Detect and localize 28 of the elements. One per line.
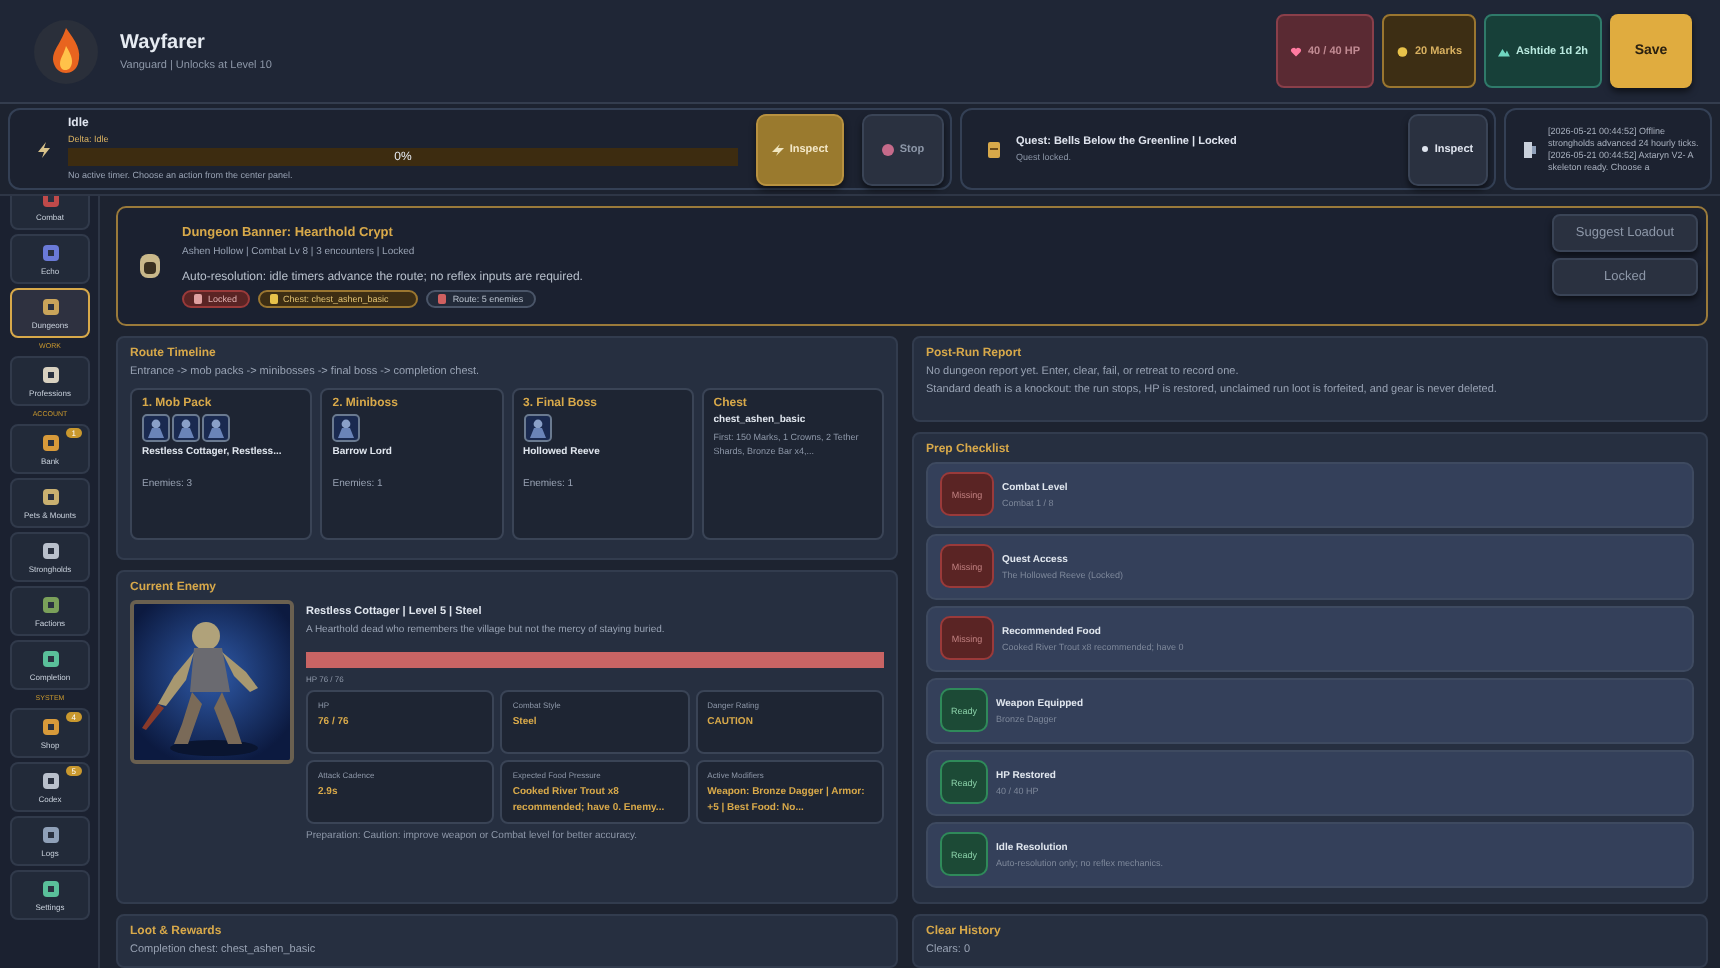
tile-icon — [41, 825, 59, 843]
tile-icon — [41, 433, 59, 451]
game-title: Wayfarer — [120, 31, 207, 53]
tile-icon — [41, 595, 59, 613]
dot-icon — [1422, 146, 1429, 152]
portrait-icon — [332, 414, 361, 442]
tile-icon — [41, 487, 59, 505]
tile-icon — [41, 649, 59, 667]
bolt-icon — [771, 143, 784, 155]
bolt-icon — [38, 141, 50, 157]
tile-icon — [41, 297, 59, 315]
tile-icon — [41, 541, 59, 559]
hp-icon — [1290, 43, 1302, 59]
portrait-icon — [172, 414, 200, 442]
tile-icon — [41, 717, 59, 735]
portrait-icon — [202, 414, 230, 442]
tag-icon — [269, 293, 278, 303]
portrait-icon — [523, 414, 551, 442]
stop-icon — [881, 143, 894, 155]
tile-icon — [41, 243, 59, 261]
portrait-icon — [142, 414, 170, 442]
marks-icon — [1396, 43, 1409, 59]
tile-icon — [41, 771, 59, 789]
tag-icon — [438, 293, 447, 303]
flame-icon — [32, 17, 100, 85]
tile-icon — [41, 879, 59, 897]
tag-icon — [194, 293, 202, 303]
tile-icon — [41, 365, 59, 383]
